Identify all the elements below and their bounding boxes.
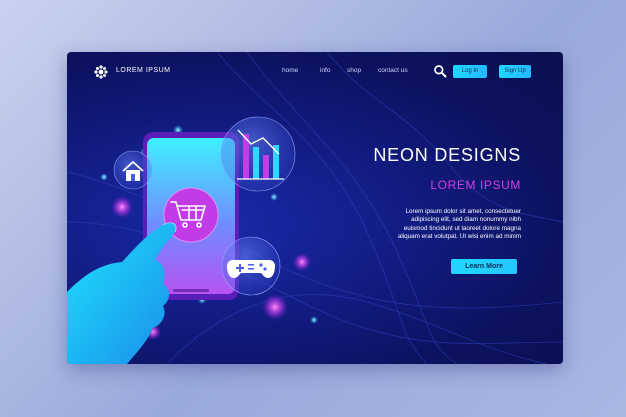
hero-subtitle: LOREM IPSUM [430,178,521,192]
hero-title: NEON DESIGNS [373,145,521,165]
house-icon [113,150,153,190]
description-line: aliquam erat volutpat. Ut wisi enim ad m… [397,233,521,241]
description-line: euismod tincidunt ut laoreet dolore magn… [403,224,521,232]
learn-more-button[interactable]: Learn More [451,259,517,274]
description-line: Lorem ipsum dolor sit amet, consectetuer [405,208,522,215]
hero-description: Lorem ipsum dolor sit amet, consectetuer… [371,208,521,242]
hand-icon [67,222,177,364]
gamepad-icon [221,236,281,296]
bar-chart-icon [220,116,296,192]
landing-page: LOREM IPSUM home info shop contact us Lo… [67,52,563,364]
description-line: adipiscing elit, sed diam nonummy nibh [411,216,521,224]
